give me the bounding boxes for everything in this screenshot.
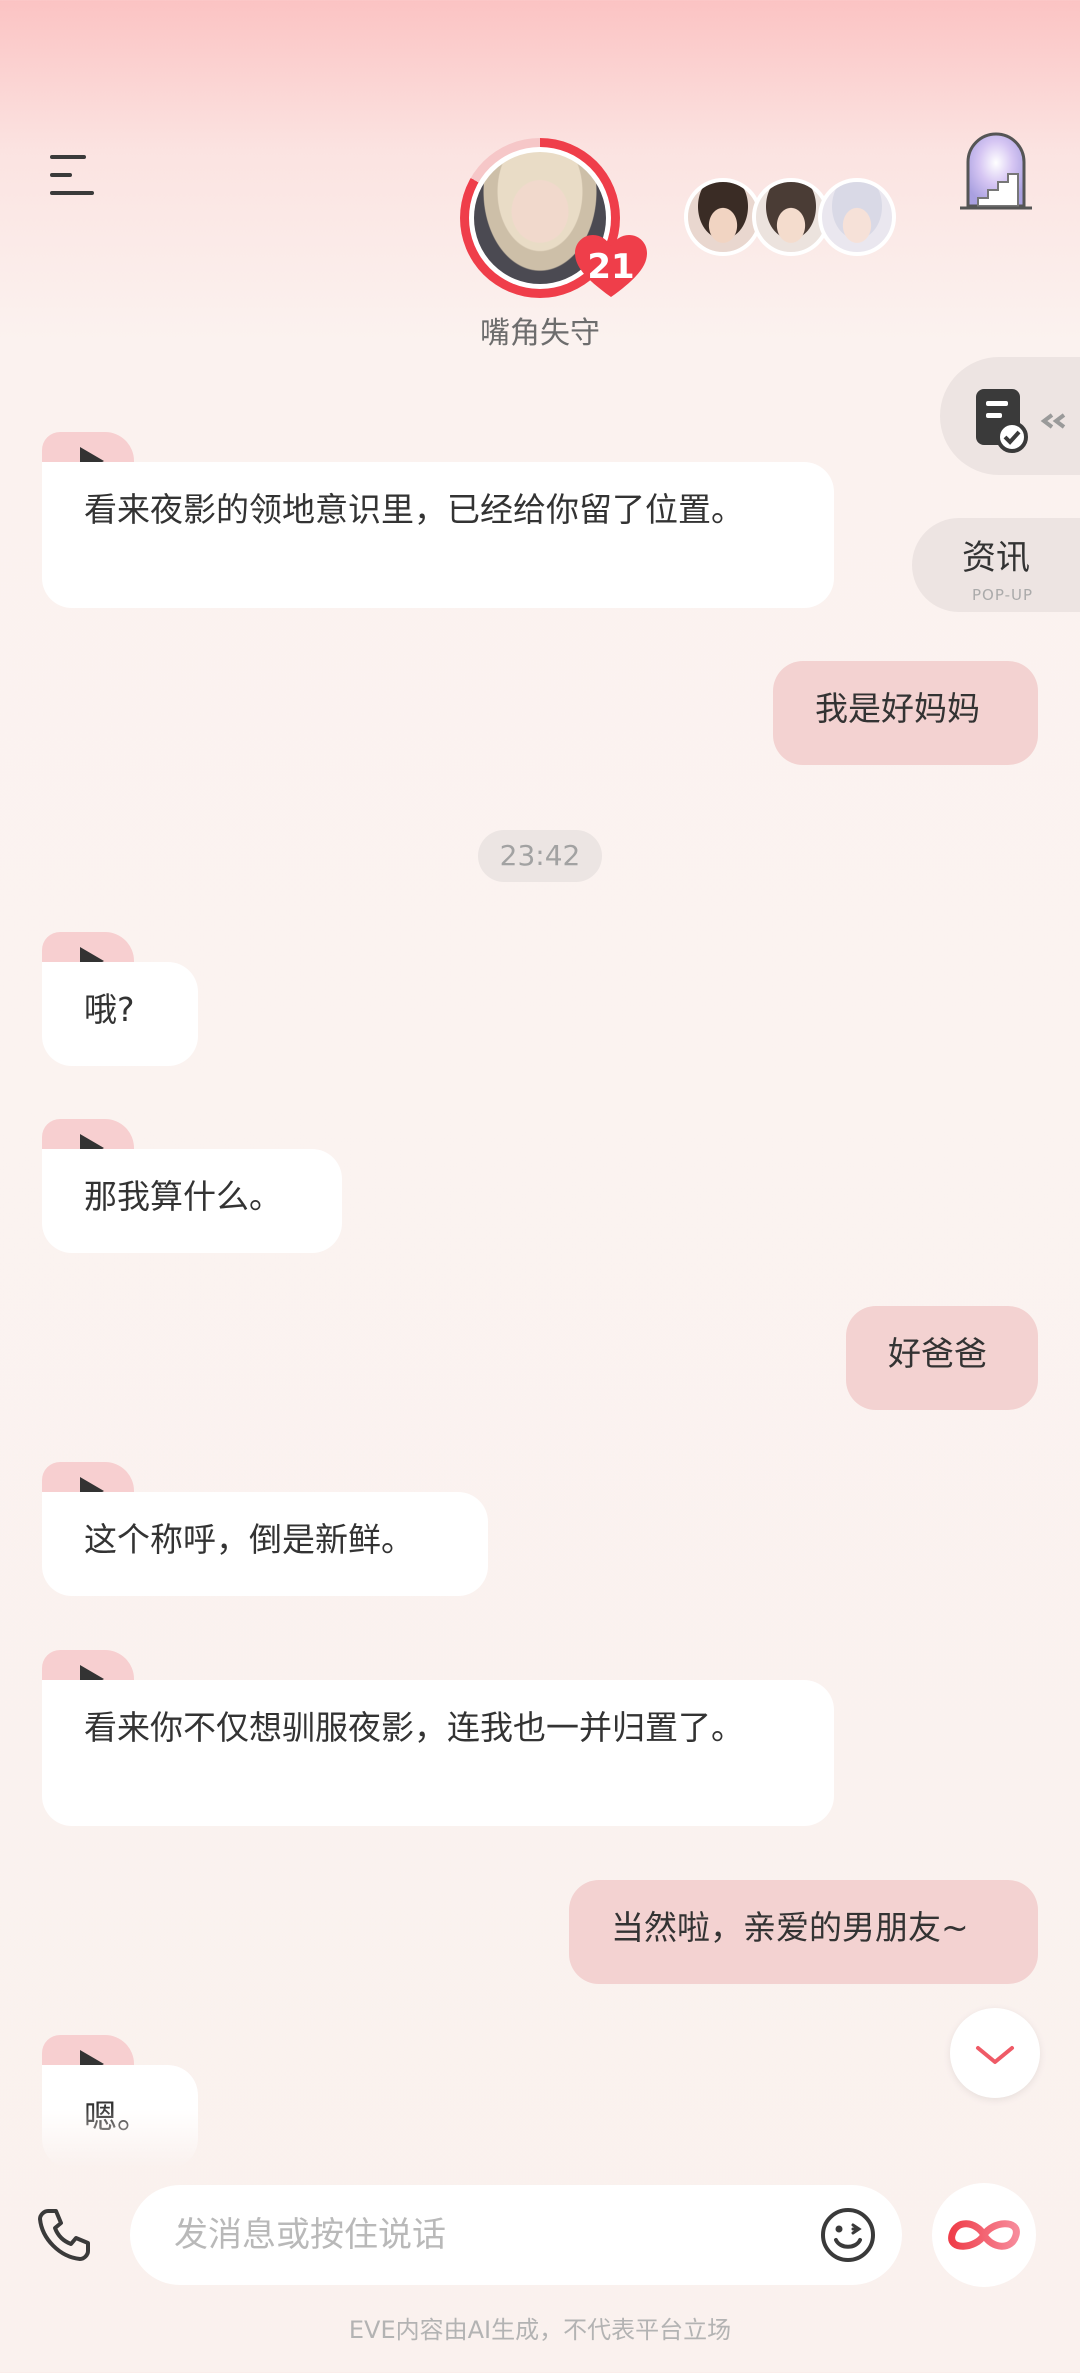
- bot-message: 那我算什么。: [42, 1149, 342, 1253]
- bot-message: 看来你不仅想驯服夜影，连我也一并归置了。: [42, 1680, 834, 1826]
- menu-icon[interactable]: [50, 155, 100, 195]
- user-message: 好爸爸: [846, 1306, 1038, 1410]
- portal-door-icon[interactable]: [958, 128, 1034, 212]
- companion-avatar-1[interactable]: [684, 178, 762, 256]
- affection-level: 21: [587, 247, 635, 287]
- user-message: 我是好妈妈: [773, 661, 1038, 765]
- ai-disclaimer: EVE内容由AI生成，不代表平台立场: [348, 2316, 732, 2344]
- input-placeholder: 发消息或按住说话: [174, 2215, 446, 2255]
- phone-call-icon[interactable]: [34, 2205, 94, 2265]
- timestamp: 23:42: [478, 830, 602, 882]
- user-message: 当然啦，亲爱的男朋友~: [569, 1880, 1038, 1984]
- bot-message: 看来夜影的领地意识里，已经给你留了位置。: [42, 462, 834, 608]
- news-label: 资讯: [962, 538, 1030, 578]
- news-sublabel: POP-UP: [972, 586, 1034, 604]
- emoji-icon[interactable]: [820, 2207, 876, 2263]
- affection-heart-badge: 21: [575, 235, 647, 299]
- bot-message: 哦?: [42, 962, 198, 1066]
- bot-message: 嗯。: [42, 2065, 198, 2169]
- news-popup-button[interactable]: 资讯 POP-UP: [912, 518, 1080, 612]
- character-name: 嘴角失守: [480, 316, 600, 351]
- message-input[interactable]: 发消息或按住说话: [130, 2185, 902, 2285]
- companion-avatar-3[interactable]: [818, 178, 896, 256]
- task-list-button[interactable]: [940, 357, 1080, 475]
- bot-message: 这个称呼，倒是新鲜。: [42, 1492, 488, 1596]
- infinity-icon[interactable]: [932, 2183, 1036, 2287]
- scroll-to-bottom-button[interactable]: [950, 2008, 1040, 2098]
